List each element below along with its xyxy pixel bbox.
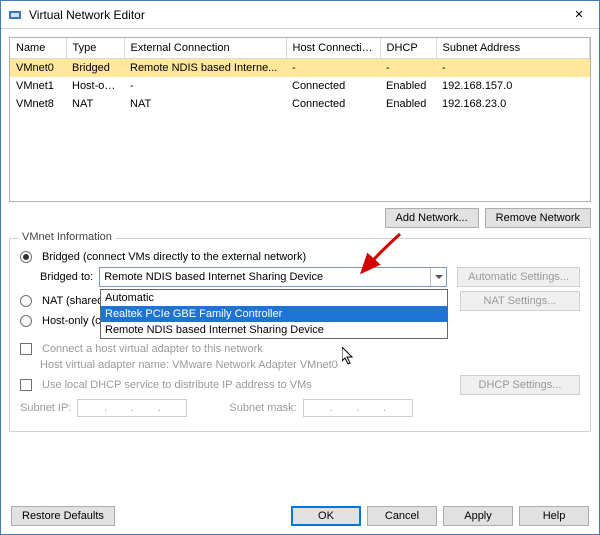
remove-network-button[interactable]: Remove Network xyxy=(485,208,591,228)
table-row[interactable]: VMnet0BridgedRemote NDIS based Interne..… xyxy=(10,59,590,78)
table-header-row[interactable]: Name Type External Connection Host Conne… xyxy=(10,38,590,59)
ok-button[interactable]: OK xyxy=(291,506,361,526)
cell-ext: Remote NDIS based Interne... xyxy=(124,59,286,78)
dropdown-option[interactable]: Realtek PCIe GBE Family Controller xyxy=(101,306,447,322)
bridged-to-dropdown[interactable]: AutomaticRealtek PCIe GBE Family Control… xyxy=(100,289,448,339)
cell-host: Connected xyxy=(286,95,380,113)
col-type[interactable]: Type xyxy=(66,38,124,59)
use-dhcp-checkbox[interactable] xyxy=(20,379,32,391)
cell-subnet: 192.168.157.0 xyxy=(436,77,590,95)
group-legend: VMnet Information xyxy=(18,231,116,243)
virtual-network-editor-window: Virtual Network Editor ✕ Name Type Exter… xyxy=(0,0,600,535)
window-close-button[interactable]: ✕ xyxy=(559,1,599,29)
chevron-down-icon[interactable] xyxy=(430,268,446,286)
bridged-radio-row[interactable]: Bridged (connect VMs directly to the ext… xyxy=(20,251,580,263)
cancel-button[interactable]: Cancel xyxy=(367,506,437,526)
cell-type: NAT xyxy=(66,95,124,113)
connect-host-row: Connect a host virtual adapter to this n… xyxy=(20,343,580,355)
bridged-to-combo[interactable]: Remote NDIS based Internet Sharing Devic… xyxy=(99,267,447,287)
dhcp-settings-button[interactable]: DHCP Settings... xyxy=(460,375,580,395)
vmnet-info-group: VMnet Information Bridged (connect VMs d… xyxy=(9,238,591,432)
col-name[interactable]: Name xyxy=(10,38,66,59)
bridged-to-row: Bridged to: Remote NDIS based Internet S… xyxy=(20,267,580,287)
cell-type: Bridged xyxy=(66,59,124,78)
col-dhcp[interactable]: DHCP xyxy=(380,38,436,59)
nat-radio[interactable] xyxy=(20,295,32,307)
cell-dhcp: Enabled xyxy=(380,77,436,95)
table-row[interactable]: VMnet8NATNATConnectedEnabled192.168.23.0 xyxy=(10,95,590,113)
host-adapter-name: Host virtual adapter name: VMware Networ… xyxy=(40,359,338,371)
subnet-mask-label: Subnet mask: xyxy=(229,402,296,414)
hostonly-radio[interactable] xyxy=(20,315,32,327)
combo-value: Remote NDIS based Internet Sharing Devic… xyxy=(104,271,323,283)
subnet-row: Subnet IP: ... Subnet mask: ... xyxy=(20,399,580,417)
use-dhcp-row: Use local DHCP service to distribute IP … xyxy=(20,375,580,395)
cell-dhcp: Enabled xyxy=(380,95,436,113)
cell-name: VMnet8 xyxy=(10,95,66,113)
col-subnet[interactable]: Subnet Address xyxy=(436,38,590,59)
col-host[interactable]: Host Connection xyxy=(286,38,380,59)
dropdown-option[interactable]: Remote NDIS based Internet Sharing Devic… xyxy=(101,322,447,338)
cell-subnet: - xyxy=(436,59,590,78)
col-external[interactable]: External Connection xyxy=(124,38,286,59)
cell-host: - xyxy=(286,59,380,78)
subnet-mask-input[interactable]: ... xyxy=(303,399,413,417)
dialog-footer: Restore Defaults OK Cancel Apply Help xyxy=(1,498,599,534)
bridged-label: Bridged (connect VMs directly to the ext… xyxy=(42,251,306,263)
subnet-ip-input[interactable]: ... xyxy=(77,399,187,417)
client-area: Name Type External Connection Host Conne… xyxy=(1,29,599,498)
cell-dhcp: - xyxy=(380,59,436,78)
cell-host: Connected xyxy=(286,77,380,95)
subnet-ip-label: Subnet IP: xyxy=(20,402,71,414)
apply-button[interactable]: Apply xyxy=(443,506,513,526)
dropdown-option[interactable]: Automatic xyxy=(101,290,447,306)
cell-ext: NAT xyxy=(124,95,286,113)
automatic-settings-button[interactable]: Automatic Settings... xyxy=(457,267,580,287)
bridged-to-label: Bridged to: xyxy=(40,271,93,283)
network-buttons-row: Add Network... Remove Network xyxy=(9,208,591,228)
connect-host-label: Connect a host virtual adapter to this n… xyxy=(42,343,263,355)
cell-type: Host-only xyxy=(66,77,124,95)
add-network-button[interactable]: Add Network... xyxy=(385,208,479,228)
bridged-radio[interactable] xyxy=(20,251,32,263)
help-button[interactable]: Help xyxy=(519,506,589,526)
restore-defaults-button[interactable]: Restore Defaults xyxy=(11,506,115,526)
app-icon xyxy=(7,7,23,23)
table-row[interactable]: VMnet1Host-only-ConnectedEnabled192.168.… xyxy=(10,77,590,95)
cell-name: VMnet0 xyxy=(10,59,66,78)
host-adapter-name-row: Host virtual adapter name: VMware Networ… xyxy=(20,359,580,371)
use-dhcp-label: Use local DHCP service to distribute IP … xyxy=(42,379,312,391)
nat-settings-button[interactable]: NAT Settings... xyxy=(460,291,580,311)
cell-name: VMnet1 xyxy=(10,77,66,95)
titlebar[interactable]: Virtual Network Editor ✕ xyxy=(1,1,599,29)
mouse-cursor-icon xyxy=(342,347,356,367)
close-icon: ✕ xyxy=(574,8,583,21)
connect-host-checkbox[interactable] xyxy=(20,343,32,355)
cell-ext: - xyxy=(124,77,286,95)
window-title: Virtual Network Editor xyxy=(29,8,559,22)
cell-subnet: 192.168.23.0 xyxy=(436,95,590,113)
network-table[interactable]: Name Type External Connection Host Conne… xyxy=(9,37,591,202)
